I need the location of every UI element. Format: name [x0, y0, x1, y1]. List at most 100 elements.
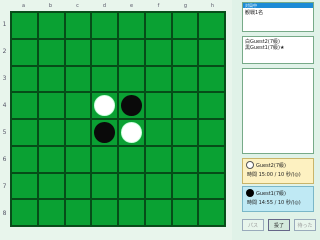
- row-label: 6: [2, 156, 7, 163]
- black-player-panel: Guest1(7級) 時間 14:55 / 10 秒/(◎): [242, 186, 314, 212]
- board-cell[interactable]: [198, 172, 225, 200]
- players-list-item: 黒Guest1(7級)★: [245, 45, 285, 51]
- board-cell[interactable]: [91, 12, 118, 39]
- board-cell[interactable]: [37, 119, 65, 146]
- board-cell[interactable]: [171, 38, 199, 66]
- board-cell[interactable]: [118, 145, 145, 173]
- board-cell[interactable]: [171, 12, 199, 39]
- board-area: a b c d e f g h 1 2 3 4 5 6 7 8: [0, 0, 232, 240]
- board-cell[interactable]: [37, 12, 65, 39]
- board-cell[interactable]: [171, 172, 199, 200]
- column-label: d: [102, 3, 107, 9]
- board-cell[interactable]: [144, 145, 172, 173]
- board-cell[interactable]: [144, 92, 172, 119]
- board-cell[interactable]: [171, 119, 199, 146]
- board-cell[interactable]: [11, 38, 38, 66]
- row-label: 8: [2, 210, 7, 217]
- board-cell[interactable]: [64, 92, 92, 119]
- white-player-panel: Guest2(7級) 時間 15:00 / 10 秒/(◎): [242, 158, 314, 184]
- black-disc: [120, 95, 142, 117]
- board-cell[interactable]: [118, 119, 145, 146]
- white-disc: [120, 121, 142, 143]
- row-label: 2: [2, 48, 7, 55]
- board-cell[interactable]: [171, 199, 199, 226]
- column-label: a: [21, 3, 26, 9]
- board-cell[interactable]: [144, 65, 172, 93]
- board-cell[interactable]: [144, 119, 172, 146]
- board-cell[interactable]: [198, 119, 225, 146]
- board-cell[interactable]: [37, 172, 65, 200]
- pass-button[interactable]: パス: [242, 219, 264, 231]
- board-cell[interactable]: [91, 65, 118, 93]
- board-cell[interactable]: [64, 119, 92, 146]
- board-cell[interactable]: [144, 199, 172, 226]
- board-cell[interactable]: [64, 199, 92, 226]
- board-cell[interactable]: [37, 92, 65, 119]
- board-cell[interactable]: [118, 12, 145, 39]
- board-cell[interactable]: [11, 12, 38, 39]
- board-cell[interactable]: [37, 65, 65, 93]
- board-cell[interactable]: [64, 38, 92, 66]
- column-label: h: [210, 3, 215, 9]
- board-cell[interactable]: [37, 38, 65, 66]
- board-cell[interactable]: [198, 12, 225, 39]
- board-cell[interactable]: [64, 145, 92, 173]
- status-text: 観戦1名: [245, 10, 264, 16]
- column-labels: a b c d e f g h: [10, 2, 226, 10]
- column-label: f: [157, 3, 160, 9]
- row-label: 1: [2, 21, 7, 28]
- row-label: 7: [2, 183, 7, 190]
- column-label: c: [76, 3, 79, 9]
- board-cell[interactable]: [64, 12, 92, 39]
- black-disc-icon: [246, 189, 254, 197]
- board-cell[interactable]: [118, 92, 145, 119]
- board-cell[interactable]: [91, 199, 118, 226]
- board-cell[interactable]: [11, 92, 38, 119]
- column-label: b: [48, 3, 53, 9]
- board-cell[interactable]: [91, 119, 118, 146]
- board-cell[interactable]: [91, 145, 118, 173]
- board-cell[interactable]: [11, 145, 38, 173]
- board-cell[interactable]: [11, 65, 38, 93]
- board-cell[interactable]: [118, 38, 145, 66]
- board-cell[interactable]: [64, 172, 92, 200]
- board-cell[interactable]: [11, 172, 38, 200]
- board-cell[interactable]: [37, 199, 65, 226]
- status-box: 対局中 観戦1名: [242, 2, 314, 32]
- board-cell[interactable]: [171, 92, 199, 119]
- resign-button[interactable]: 投了: [268, 219, 290, 231]
- board-cell[interactable]: [64, 65, 92, 93]
- board-cell[interactable]: [144, 12, 172, 39]
- board-cell[interactable]: [91, 172, 118, 200]
- board-cell[interactable]: [198, 145, 225, 173]
- board-cell[interactable]: [118, 65, 145, 93]
- players-list: 白Guest2(7級) 黒Guest1(7級)★: [242, 36, 314, 64]
- board-cell[interactable]: [198, 38, 225, 66]
- board-cell[interactable]: [144, 172, 172, 200]
- chat-log[interactable]: [242, 68, 314, 154]
- row-labels: 1 2 3 4 5 6 7 8: [0, 11, 9, 227]
- column-label: g: [183, 3, 188, 9]
- black-disc: [94, 121, 116, 143]
- board-cell[interactable]: [11, 119, 38, 146]
- black-player-time: 時間 14:55 / 10 秒/(◎): [247, 200, 301, 206]
- side-panel: 対局中 観戦1名 白Guest2(7級) 黒Guest1(7級)★ Guest2…: [242, 2, 316, 238]
- black-player-name: Guest1(7級): [256, 190, 286, 197]
- board-cell[interactable]: [198, 65, 225, 93]
- undo-button[interactable]: 待った: [294, 219, 316, 231]
- action-buttons: パス 投了 待った: [242, 219, 316, 233]
- board-cell[interactable]: [171, 65, 199, 93]
- othello-board[interactable]: [10, 11, 226, 227]
- white-player-name: Guest2(7級): [256, 162, 286, 169]
- board-cell[interactable]: [198, 199, 225, 226]
- board-cell[interactable]: [91, 38, 118, 66]
- board-cell[interactable]: [118, 199, 145, 226]
- board-cell[interactable]: [118, 172, 145, 200]
- board-cell[interactable]: [198, 92, 225, 119]
- board-cell[interactable]: [171, 145, 199, 173]
- board-cell[interactable]: [37, 145, 65, 173]
- row-label: 5: [2, 129, 7, 136]
- board-cell[interactable]: [11, 199, 38, 226]
- board-cell[interactable]: [144, 38, 172, 66]
- board-cell[interactable]: [91, 92, 118, 119]
